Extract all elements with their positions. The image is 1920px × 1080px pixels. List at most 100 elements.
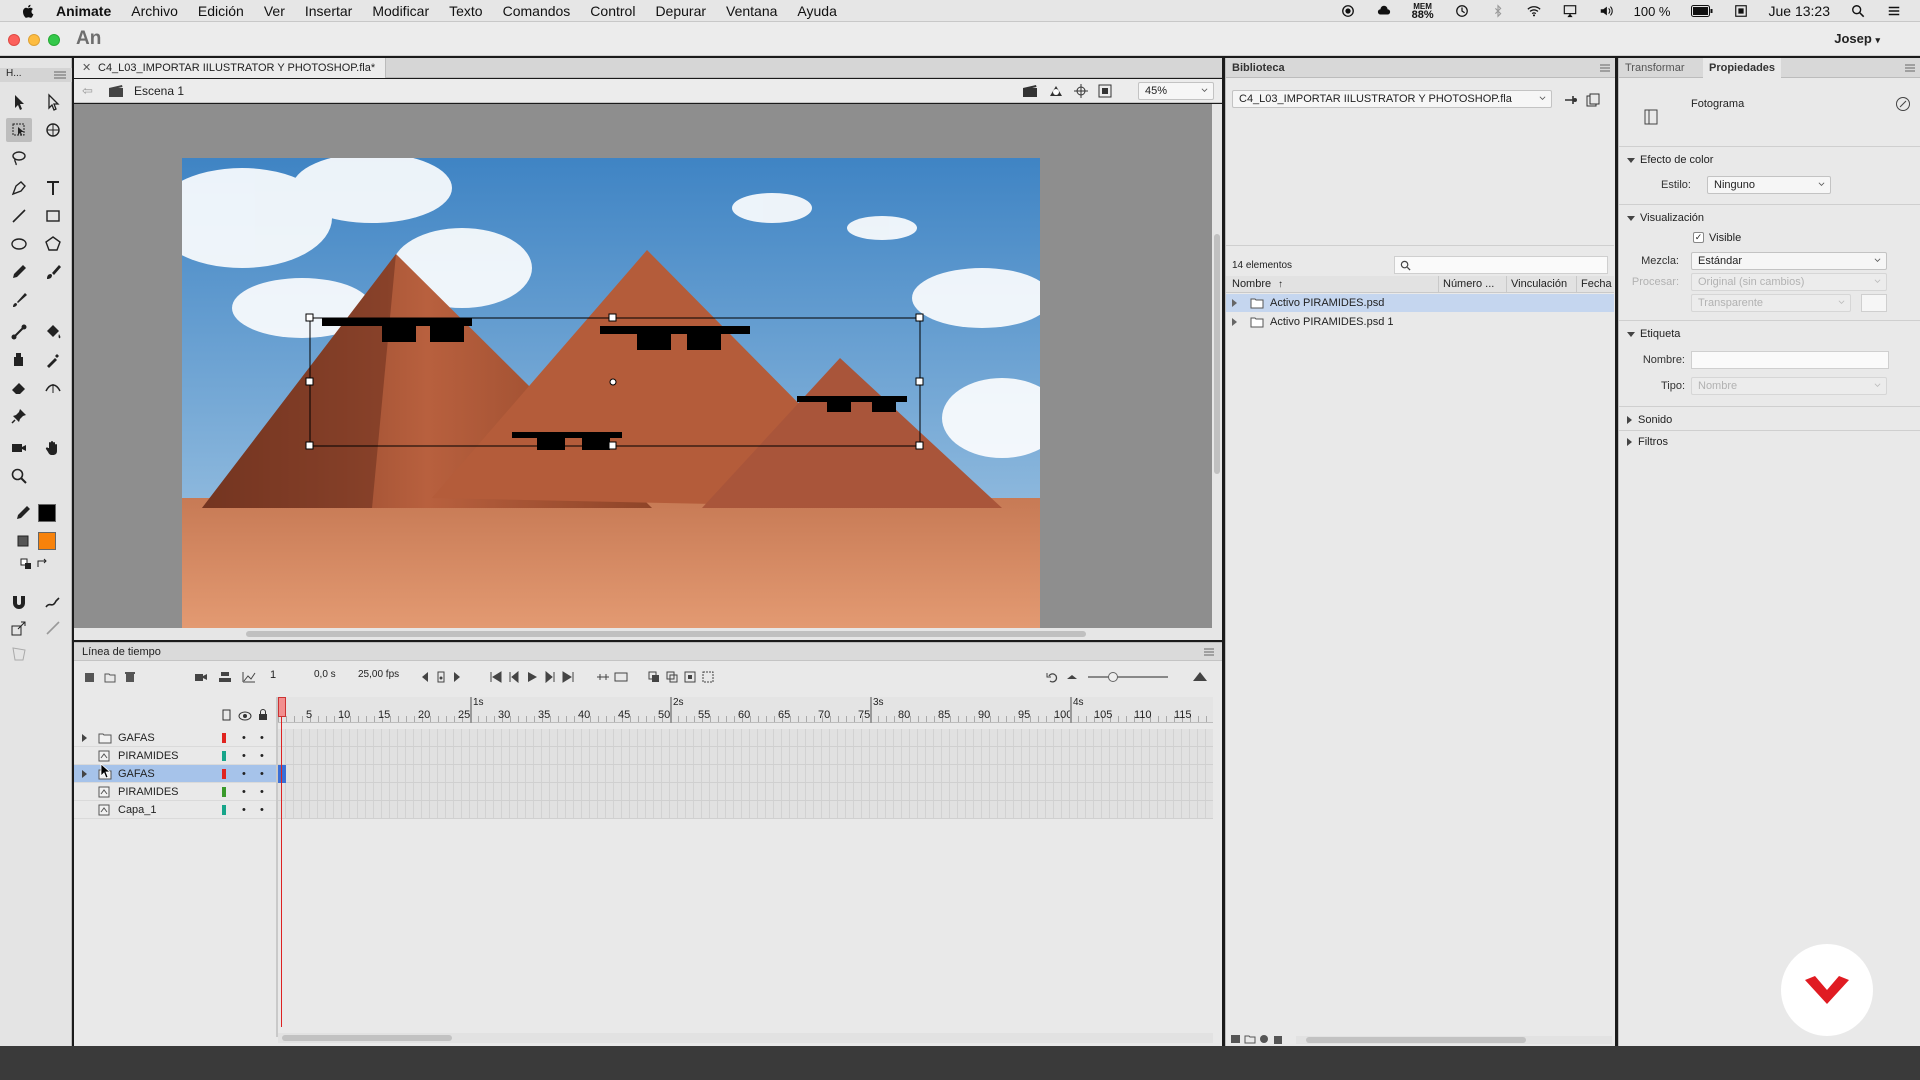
frames-row[interactable] xyxy=(278,783,1213,801)
selection-tool[interactable] xyxy=(6,90,32,114)
zoom-dropdown[interactable]: 45% xyxy=(1138,82,1214,100)
layer-row-gafas[interactable]: GAFAS • • xyxy=(74,729,278,747)
frame-name-input[interactable] xyxy=(1691,351,1889,369)
panel-menu-icon[interactable] xyxy=(54,71,66,79)
bone-tool[interactable] xyxy=(6,320,32,344)
tab-transform[interactable]: Transformar xyxy=(1625,58,1685,78)
edit-multiple-frames-icon[interactable] xyxy=(684,671,696,683)
lasso-tool[interactable] xyxy=(6,146,32,170)
go-to-first-frame-icon[interactable] xyxy=(490,671,502,683)
selected-frame-cell[interactable] xyxy=(278,765,286,783)
fill-color-swatch[interactable] xyxy=(38,532,56,550)
oval-tool[interactable] xyxy=(6,232,32,256)
menu-app-name[interactable]: Animate xyxy=(56,3,111,19)
frames-row[interactable] xyxy=(278,765,1213,783)
free-transform-tool[interactable] xyxy=(6,118,32,142)
properties-icon[interactable] xyxy=(1258,1034,1270,1044)
column-date[interactable]: Fecha xyxy=(1576,276,1612,293)
apple-icon[interactable] xyxy=(20,3,36,19)
blend-dropdown[interactable]: Estándar xyxy=(1691,252,1887,270)
frames-row[interactable] xyxy=(278,801,1213,819)
new-library-panel-icon[interactable] xyxy=(1586,93,1600,107)
layer-color-swatch[interactable] xyxy=(222,769,226,779)
width-tool[interactable] xyxy=(40,376,66,400)
lock-dot[interactable]: • xyxy=(260,783,264,801)
minimize-window-button[interactable] xyxy=(28,34,40,46)
new-folder-icon[interactable] xyxy=(1244,1034,1256,1044)
center-stage-icon[interactable] xyxy=(1074,84,1088,98)
lock-dot[interactable]: • xyxy=(260,765,264,783)
subselection-tool[interactable] xyxy=(40,90,66,114)
distort-option[interactable] xyxy=(6,642,32,666)
pen-tool[interactable] xyxy=(6,176,32,200)
loop-icon[interactable] xyxy=(596,671,610,683)
battery-percent[interactable]: 100 % xyxy=(1634,4,1671,19)
menu-modificar[interactable]: Modificar xyxy=(372,3,429,19)
layer-row-piramides-2[interactable]: PIRAMIDES • • xyxy=(74,783,278,801)
stage-vertical-scroll-thumb[interactable] xyxy=(1214,234,1220,474)
lock-dot[interactable]: • xyxy=(260,801,264,819)
scene-name[interactable]: Escena 1 xyxy=(134,84,184,98)
scale-option[interactable] xyxy=(6,616,32,640)
line-tool[interactable] xyxy=(6,204,32,228)
stroke-color-icon[interactable] xyxy=(14,504,32,522)
lock-dot[interactable]: • xyxy=(260,747,264,765)
back-arrow-icon[interactable]: ⇦ xyxy=(82,83,93,99)
menu-ver[interactable]: Ver xyxy=(264,3,285,19)
expand-item-icon[interactable] xyxy=(1232,299,1237,307)
visibility-dot[interactable]: • xyxy=(242,765,246,783)
timeline-zoom-slider[interactable] xyxy=(1088,672,1168,682)
column-linkage[interactable]: Vinculación xyxy=(1506,276,1567,293)
frame-ruler[interactable]: 5 10 15 20 25 30 35 40 45 50 55 60 65 70… xyxy=(278,697,1213,723)
document-tab[interactable]: ✕ C4_L03_IMPORTAR IILUSTRATOR Y PHOTOSHO… xyxy=(74,58,387,78)
modify-markers-icon[interactable] xyxy=(702,671,714,683)
creative-cloud-icon[interactable] xyxy=(1376,4,1392,18)
library-title[interactable]: Biblioteca xyxy=(1232,58,1285,78)
elapsed-time[interactable]: 0,0 s xyxy=(314,669,336,680)
zoom-tool[interactable] xyxy=(6,464,32,488)
timeline-horizontal-scroll-thumb[interactable] xyxy=(282,1035,452,1041)
new-layer-icon[interactable] xyxy=(84,671,96,683)
center-frame-icon[interactable] xyxy=(614,671,628,683)
tab-properties[interactable]: Propiedades xyxy=(1703,58,1782,78)
menu-ayuda[interactable]: Ayuda xyxy=(797,3,836,19)
lock-all-icon[interactable] xyxy=(258,709,268,721)
menu-insertar[interactable]: Insertar xyxy=(305,3,352,19)
onion-skin-icon[interactable] xyxy=(648,671,660,683)
timeline-horizontal-scrollbar[interactable] xyxy=(278,1033,1213,1043)
lock-dot[interactable]: • xyxy=(260,729,264,747)
graph-editor-icon[interactable] xyxy=(242,671,256,683)
bluetooth-icon[interactable] xyxy=(1490,4,1506,18)
menu-texto[interactable]: Texto xyxy=(449,3,482,19)
pin-library-icon[interactable] xyxy=(1564,94,1578,106)
menu-comandos[interactable]: Comandos xyxy=(503,3,571,19)
library-item[interactable]: Activo PIRAMIDES.psd xyxy=(1226,294,1614,312)
menu-archivo[interactable]: Archivo xyxy=(131,3,178,19)
eyedropper-tool[interactable] xyxy=(40,348,66,372)
default-colors-icon[interactable] xyxy=(20,558,34,570)
expand-folder-icon[interactable] xyxy=(82,770,87,778)
section-display[interactable]: Visualización xyxy=(1627,212,1704,224)
layer-color-swatch[interactable] xyxy=(222,733,226,743)
layer-name[interactable]: PIRAMIDES xyxy=(118,783,179,801)
eraser-tool[interactable] xyxy=(6,376,32,400)
layer-color-swatch[interactable] xyxy=(222,805,226,815)
next-keyframe-icon[interactable] xyxy=(452,671,462,683)
maximize-window-button[interactable] xyxy=(48,34,60,46)
new-symbol-icon[interactable] xyxy=(1230,1034,1242,1044)
expand-folder-icon[interactable] xyxy=(82,734,87,742)
layer-color-swatch[interactable] xyxy=(222,751,226,761)
menu-depurar[interactable]: Depurar xyxy=(655,3,706,19)
spotlight-search-icon[interactable] xyxy=(1850,4,1866,18)
layer-color-swatch[interactable] xyxy=(222,787,226,797)
onion-skin-outlines-icon[interactable] xyxy=(666,671,678,683)
frames-row[interactable] xyxy=(278,729,1213,747)
previous-keyframe-icon[interactable] xyxy=(420,671,430,683)
ink-bottle-tool[interactable] xyxy=(6,348,32,372)
layer-name[interactable]: GAFAS xyxy=(118,765,155,783)
user-menu[interactable]: Josep ▾ xyxy=(1834,31,1880,46)
rectangle-tool[interactable] xyxy=(40,204,66,228)
visibility-dot[interactable]: • xyxy=(242,747,246,765)
stage-pasteboard[interactable] xyxy=(74,104,1212,628)
section-color-effect[interactable]: Efecto de color xyxy=(1627,154,1713,166)
